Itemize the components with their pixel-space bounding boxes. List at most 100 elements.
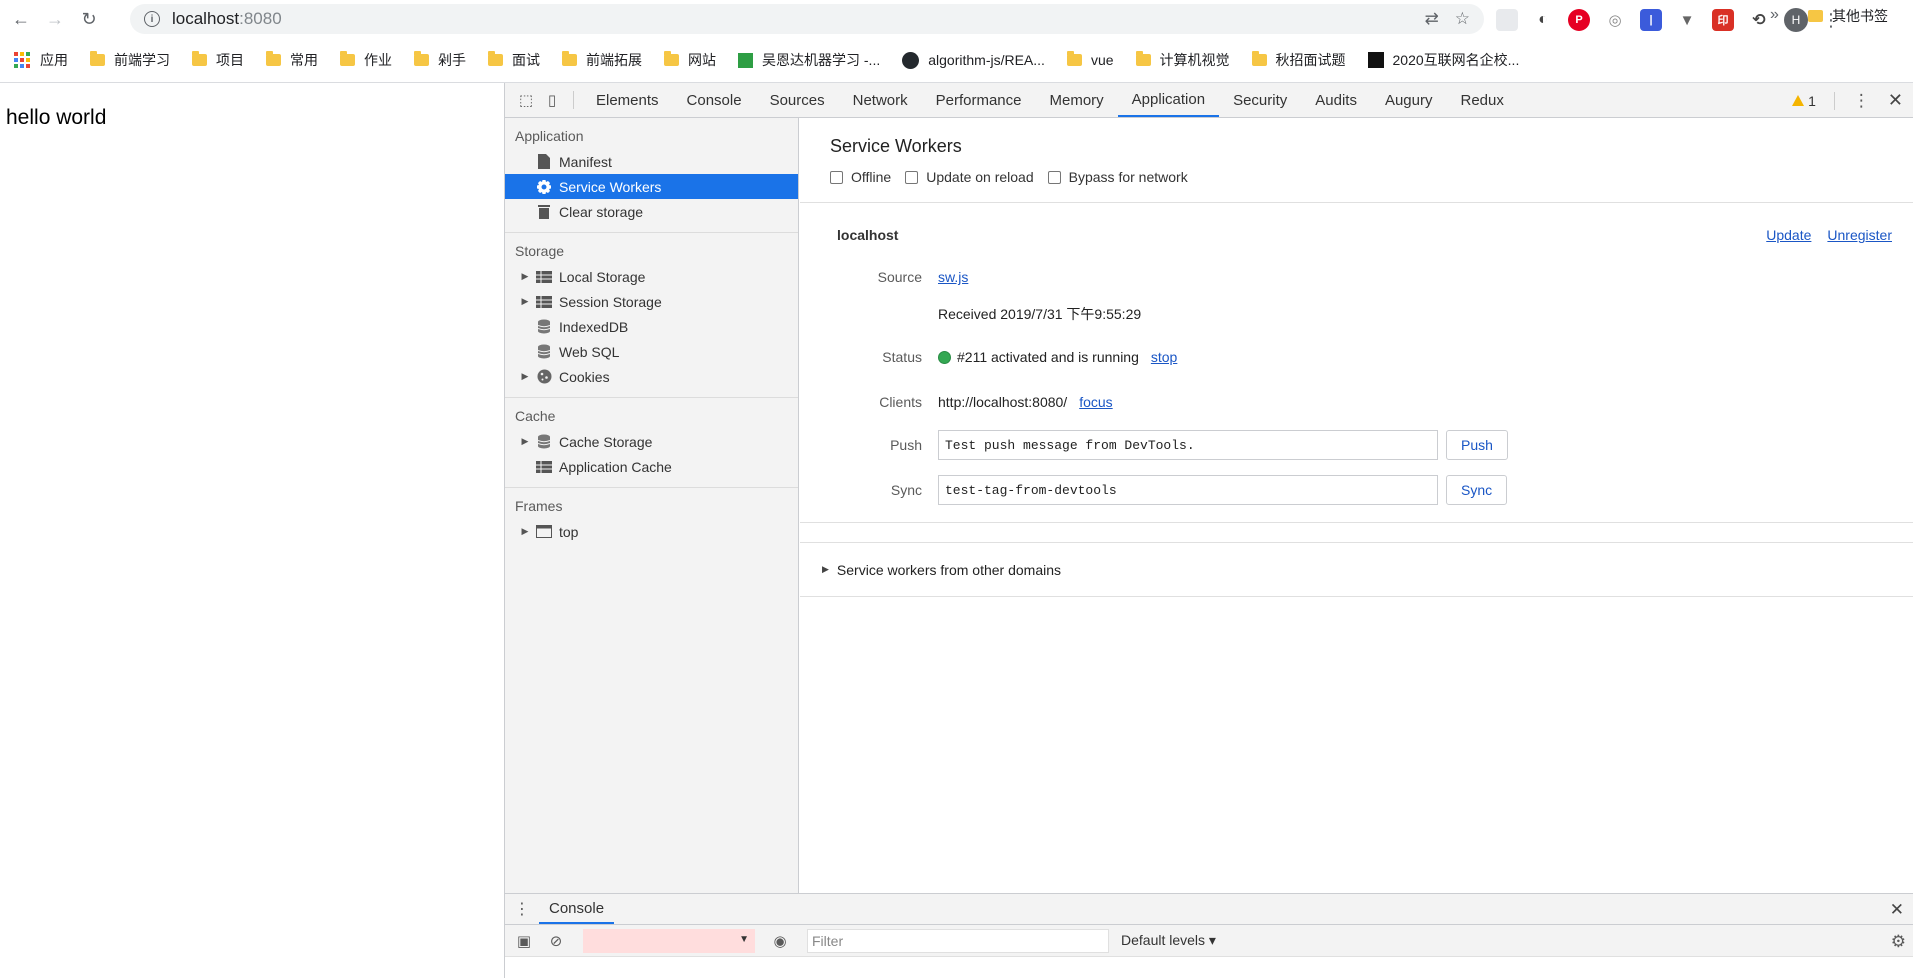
bookmark-folder[interactable]: 面试 [488,50,540,70]
vue-devtools-icon[interactable]: ▼ [1676,9,1698,31]
site-info-icon[interactable]: i [144,11,160,27]
context-selector[interactable] [583,928,755,953]
bookmark-apps[interactable]: 应用 [40,50,68,70]
tab-sources[interactable]: Sources [756,83,839,117]
expand-triangle-icon[interactable]: ▶ [519,271,531,282]
tab-application[interactable]: Application [1117,83,1220,117]
tab-audits[interactable]: Audits [1301,83,1371,117]
tab-performance[interactable]: Performance [922,83,1036,117]
address-bar[interactable]: i localhost:8080 ⇄ ☆ [130,4,1484,34]
folder-icon [562,51,577,66]
bookmark-label: 剁手 [438,52,466,68]
tab-console[interactable]: Console [673,83,756,117]
apps-grid-icon[interactable] [14,52,30,68]
bookmark-folder[interactable]: 计算机视觉 [1135,50,1230,70]
sidebar-item-clear-storage[interactable]: ▶ Clear storage [505,199,798,224]
focus-link[interactable]: focus [1079,394,1112,410]
extension-icon[interactable] [1496,9,1518,31]
extension-circle-icon[interactable]: ◎ [1604,9,1626,31]
expand-triangle-icon[interactable]: ▶ [519,296,531,307]
expand-triangle-icon[interactable]: ▶ [822,564,829,575]
devtools-menu-icon[interactable]: ⋮ [1853,91,1870,111]
tab-network[interactable]: Network [839,83,922,117]
close-drawer-icon[interactable]: ✕ [1890,900,1904,920]
extension-bar-icon[interactable]: | [1640,9,1662,31]
bookmark-folder[interactable]: vue [1066,51,1114,68]
sync-button[interactable]: Sync [1446,475,1508,505]
tab-augury[interactable]: Augury [1371,83,1447,117]
avatar[interactable]: H [1784,8,1808,32]
inspect-element-icon[interactable]: ⬚ [513,83,539,117]
tab-memory[interactable]: Memory [1036,83,1118,117]
bookmark-folder[interactable]: 项目 [192,50,244,70]
translate-icon[interactable]: ⇄ [1425,9,1439,29]
reload-icon[interactable]: ↻ [76,6,102,32]
bookmark-ml[interactable]: 吴恩达机器学习 -... [738,50,880,70]
warning-counter[interactable]: 1 [1792,93,1816,109]
drawer-tab-console[interactable]: Console [539,894,615,924]
console-filter-input[interactable]: Filter [807,928,1109,953]
log-levels-dropdown[interactable]: Default levels ▾ [1121,932,1216,949]
checkbox-box[interactable] [1047,170,1061,184]
bookmark-folder[interactable]: 秋招面试题 [1251,50,1346,70]
document-icon [536,154,552,170]
unregister-link[interactable]: Unregister [1827,227,1892,243]
status-text: #211 activated and is running [957,349,1139,365]
sidebar-item-frame-top[interactable]: ▶ top [505,519,798,544]
bookmark-2020[interactable]: 2020互联网名企校... [1367,50,1519,70]
sync-input[interactable]: test-tag-from-devtools [938,475,1438,505]
drawer-menu-icon[interactable]: ⋮ [505,894,539,924]
sidebar-item-service-workers[interactable]: ▶ Service Workers [505,174,798,199]
dark-mode-icon[interactable]: ◐ [1532,9,1554,31]
bookmark-folder[interactable]: 作业 [340,50,392,70]
sidebar-item-cache-storage[interactable]: ▶ Cache Storage [505,429,798,454]
bookmark-folder[interactable]: 前端学习 [90,50,170,70]
tab-elements[interactable]: Elements [582,83,673,117]
expand-triangle-icon[interactable]: ▶ [519,371,531,382]
sidebar-item-application-cache[interactable]: ▶ Application Cache [505,454,798,479]
device-toolbar-icon[interactable]: ▯ [539,83,565,117]
bookmark-folder[interactable]: 常用 [266,50,318,70]
expand-triangle-icon[interactable]: ▶ [519,526,531,537]
source-file-link[interactable]: sw.js [938,269,968,285]
status-row: Status #211 activated and is running sto… [800,349,1900,365]
eye-icon[interactable]: ◉ [767,932,793,950]
close-devtools-icon[interactable]: ✕ [1888,90,1903,111]
bookmark-other[interactable]: 其他书签 [1808,6,1888,26]
sidebar-item-web-sql[interactable]: ▶ Web SQL [505,339,798,364]
bookmark-folder[interactable]: 网站 [664,50,716,70]
bookmarks-overflow-icon[interactable]: » [1770,6,1779,24]
sidebar-item-local-storage[interactable]: ▶ Local Storage [505,264,798,289]
stop-link[interactable]: stop [1151,349,1177,365]
forward-icon[interactable]: → [42,6,68,32]
sidebar-item-session-storage[interactable]: ▶ Session Storage [505,289,798,314]
offline-checkbox[interactable]: Offline [830,169,891,185]
push-button[interactable]: Push [1446,430,1508,460]
extension-red-icon[interactable]: 印 [1712,9,1734,31]
sidebar-item-indexeddb[interactable]: ▶ IndexedDB [505,314,798,339]
console-sidebar-icon[interactable]: ▣ [511,932,537,950]
checkbox-box[interactable] [905,170,919,184]
pinterest-icon[interactable]: P [1568,9,1590,31]
back-icon[interactable]: ← [8,6,34,32]
bookmark-star-icon[interactable]: ☆ [1455,9,1470,29]
sync-icon[interactable]: ⟲ [1748,9,1770,31]
push-input[interactable]: Test push message from DevTools. [938,430,1438,460]
bookmark-folder[interactable]: 前端拓展 [562,50,642,70]
bookmark-folder[interactable]: 剁手 [414,50,466,70]
expand-triangle-icon[interactable]: ▶ [519,436,531,447]
update-on-reload-checkbox[interactable]: Update on reload [905,169,1034,185]
console-settings-gear-icon[interactable]: ⚙ [1891,932,1906,952]
sidebar-item-manifest[interactable]: ▶ Manifest [505,149,798,174]
clear-console-icon[interactable]: ⊘ [543,932,569,950]
tab-security[interactable]: Security [1219,83,1301,117]
status-dot-icon [938,350,951,364]
tab-redux[interactable]: Redux [1446,83,1517,117]
sidebar-item-cookies[interactable]: ▶ Cookies [505,364,798,389]
folder-icon [488,51,503,66]
bookmark-github[interactable]: algorithm-js/REA... [902,51,1045,69]
other-domains-toggle[interactable]: ▶ Service workers from other domains [800,543,1913,597]
update-link[interactable]: Update [1766,227,1811,243]
checkbox-box[interactable] [830,170,843,184]
bypass-network-checkbox[interactable]: Bypass for network [1047,169,1188,185]
